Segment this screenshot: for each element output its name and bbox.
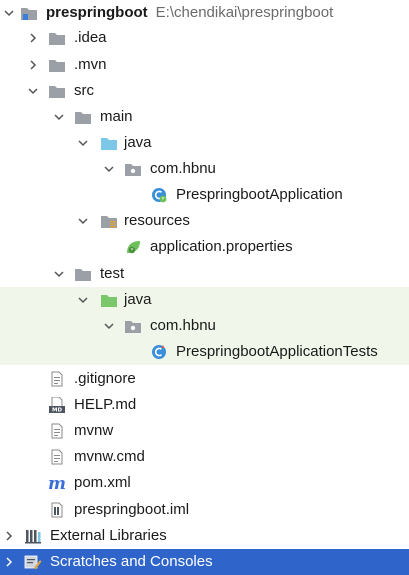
chevron-right-icon[interactable] — [26, 25, 40, 51]
project-name: prespringboot E:\chendikai\prespringboot — [46, 4, 334, 21]
package-icon — [124, 318, 142, 334]
tree-node-scratches[interactable]: Scratches and Consoles — [0, 549, 409, 575]
tree-node-label: PrespringbootApplication — [176, 186, 343, 203]
resources-folder-icon — [100, 213, 118, 229]
spring-properties-icon — [124, 239, 142, 255]
maven-icon: m — [48, 475, 66, 491]
file-icon — [48, 371, 66, 387]
source-folder-icon — [100, 135, 118, 151]
tree-node-label: application.properties — [150, 238, 293, 255]
tree-node-src[interactable]: src — [0, 78, 409, 104]
svg-text:m: m — [48, 475, 66, 491]
package-icon — [124, 161, 142, 177]
tree-node-label: com.hbnu — [150, 317, 216, 334]
markdown-icon: MD — [48, 397, 66, 413]
chevron-down-icon[interactable] — [76, 130, 90, 156]
chevron-down-icon[interactable] — [52, 261, 66, 287]
tree-node-iml[interactable]: prespringboot.iml — [0, 497, 409, 523]
tree-node-application-properties[interactable]: application.properties — [0, 234, 409, 260]
tree-node-test-class[interactable]: PrespringbootApplicationTests — [0, 339, 409, 365]
tree-node-label: pom.xml — [74, 474, 131, 491]
tree-node-label: mvnw — [74, 422, 114, 439]
tree-node-help-md[interactable]: MD HELP.md — [0, 392, 409, 418]
tree-node-label: main — [100, 108, 133, 125]
chevron-down-icon[interactable] — [76, 287, 90, 313]
file-icon — [48, 449, 66, 465]
tree-node-main[interactable]: main — [0, 104, 409, 130]
tree-node-application-class[interactable]: PrespringbootApplication — [0, 182, 409, 208]
library-icon — [24, 528, 42, 544]
tree-node-label: .gitignore — [74, 370, 136, 387]
tree-node-test-java[interactable]: java — [0, 287, 409, 313]
tree-node-label: mvnw.cmd — [74, 448, 145, 465]
chevron-down-icon[interactable] — [2, 0, 16, 26]
tree-node-label: test — [100, 265, 125, 282]
tree-node-label: HELP.md — [74, 396, 137, 413]
project-tree: prespringboot E:\chendikai\prespringboot … — [0, 0, 409, 575]
chevron-down-icon[interactable] — [102, 313, 116, 339]
tree-node-test[interactable]: test — [0, 261, 409, 287]
tree-node-resources[interactable]: resources — [0, 208, 409, 234]
tree-node-label: prespringboot.iml — [74, 501, 190, 518]
tree-node-main-package[interactable]: com.hbnu — [0, 156, 409, 182]
chevron-down-icon[interactable] — [52, 104, 66, 130]
tree-node-external-libraries[interactable]: External Libraries — [0, 523, 409, 549]
test-source-folder-icon — [100, 292, 118, 308]
test-class-icon — [150, 344, 168, 360]
tree-node-main-java[interactable]: java — [0, 130, 409, 156]
scratches-icon — [24, 554, 42, 570]
tree-node-gitignore[interactable]: .gitignore — [0, 366, 409, 392]
chevron-right-icon[interactable] — [2, 549, 16, 575]
project-path: E:\chendikai\prespringboot — [155, 4, 334, 21]
tree-node-label: src — [74, 82, 94, 99]
tree-node-label: .idea — [74, 29, 107, 46]
tree-node-label: Scratches and Consoles — [50, 553, 213, 570]
chevron-down-icon[interactable] — [76, 208, 90, 234]
svg-text:MD: MD — [52, 408, 62, 414]
tree-node-label: .mvn — [74, 56, 107, 73]
tree-node-label: PrespringbootApplicationTests — [176, 343, 378, 360]
tree-node-label: java — [124, 134, 152, 151]
file-icon — [48, 423, 66, 439]
tree-node-label: resources — [124, 212, 190, 229]
tree-node-idea[interactable]: .idea — [0, 25, 409, 51]
tree-node-project-root[interactable]: prespringboot E:\chendikai\prespringboot — [0, 0, 409, 26]
folder-icon — [74, 109, 92, 125]
chevron-down-icon[interactable] — [26, 78, 40, 104]
chevron-down-icon[interactable] — [102, 156, 116, 182]
folder-icon — [48, 57, 66, 73]
tree-node-label: java — [124, 291, 152, 308]
tree-node-mvnw-cmd[interactable]: mvnw.cmd — [0, 444, 409, 470]
module-file-icon — [48, 502, 66, 518]
chevron-right-icon[interactable] — [26, 52, 40, 78]
tree-node-test-package[interactable]: com.hbnu — [0, 313, 409, 339]
spring-boot-class-icon — [150, 187, 168, 203]
chevron-right-icon[interactable] — [2, 523, 16, 549]
folder-icon — [74, 266, 92, 282]
folder-icon — [48, 83, 66, 99]
folder-icon — [48, 30, 66, 46]
module-folder-icon — [20, 5, 38, 21]
tree-node-label: External Libraries — [50, 527, 167, 544]
tree-node-pom-xml[interactable]: m pom.xml — [0, 470, 409, 496]
tree-node-mvnw[interactable]: mvnw — [0, 418, 409, 444]
tree-node-mvn[interactable]: .mvn — [0, 52, 409, 78]
tree-node-label: com.hbnu — [150, 160, 216, 177]
